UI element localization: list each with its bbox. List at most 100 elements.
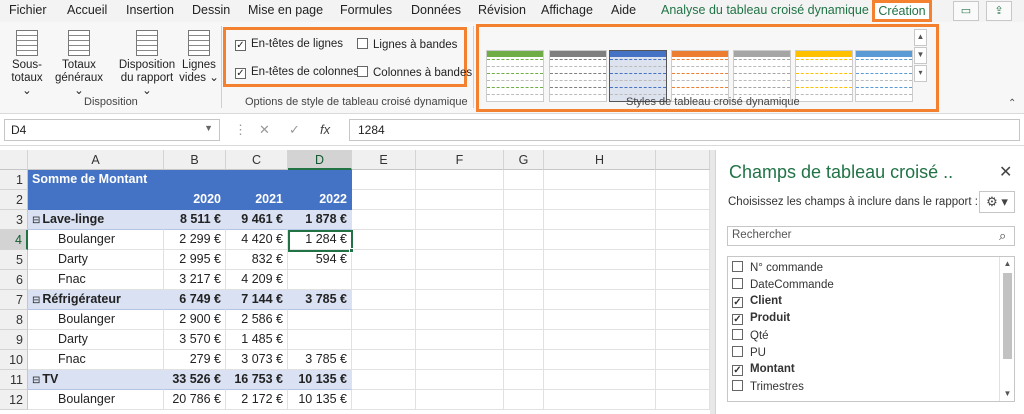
cell-i12[interactable] — [656, 390, 710, 410]
cell-f12[interactable] — [416, 390, 504, 410]
cell-c2[interactable]: 2021 — [226, 190, 288, 210]
comments-icon[interactable]: ▭ — [953, 1, 979, 21]
cell-f6[interactable] — [416, 270, 504, 290]
gallery-more-icon[interactable]: ▾ — [914, 65, 927, 82]
field-item[interactable]: ✓ Montant — [732, 363, 795, 376]
col-header-b[interactable]: B — [164, 150, 226, 170]
cell-a3[interactable]: ⊟ Lave-linge — [28, 210, 164, 230]
cell-h9[interactable] — [544, 330, 656, 350]
row-header[interactable]: 10 — [0, 350, 28, 370]
cell-c7[interactable]: 7 144 € — [226, 290, 288, 310]
tab-dessin[interactable]: Dessin — [192, 3, 230, 17]
cell-b8[interactable]: 2 900 € — [164, 310, 226, 330]
cell-g9[interactable] — [504, 330, 544, 350]
pivot-style-thumbnail[interactable] — [855, 50, 913, 102]
pivot-style-thumbnail[interactable] — [486, 50, 544, 102]
scroll-thumb[interactable] — [1003, 273, 1012, 359]
cell-d3[interactable]: 1 878 € — [288, 210, 352, 230]
tab-mise-en-page[interactable]: Mise en page — [248, 3, 323, 17]
checkbox-empty-icon[interactable] — [732, 380, 743, 391]
field-list-scrollbar[interactable]: ▲ ▼ — [999, 257, 1014, 401]
cell-g8[interactable] — [504, 310, 544, 330]
cell-d10[interactable]: 3 785 € — [288, 350, 352, 370]
cell-g11[interactable] — [504, 370, 544, 390]
row-header[interactable]: 12 — [0, 390, 28, 410]
row-header[interactable]: 11 — [0, 370, 28, 390]
collapse-icon[interactable]: ⊟ — [32, 215, 40, 226]
cell-f9[interactable] — [416, 330, 504, 350]
cell-f4[interactable] — [416, 230, 504, 250]
cell-i4[interactable] — [656, 230, 710, 250]
cell-d5[interactable]: 594 € — [288, 250, 352, 270]
cancel-icon[interactable]: ✕ — [259, 122, 270, 138]
cell-d2[interactable]: 2022 — [288, 190, 352, 210]
cell-e2[interactable] — [352, 190, 416, 210]
cell-h2[interactable] — [544, 190, 656, 210]
cell-i1[interactable] — [656, 170, 710, 190]
chevron-down-icon[interactable]: ▼ — [204, 123, 213, 133]
cell-f11[interactable] — [416, 370, 504, 390]
cell-a7[interactable]: ⊟ Réfrigérateur — [28, 290, 164, 310]
cell-g2[interactable] — [504, 190, 544, 210]
cell-i6[interactable] — [656, 270, 710, 290]
cell-d1[interactable] — [288, 170, 352, 190]
col-header-c[interactable]: C — [226, 150, 288, 170]
cell-h12[interactable] — [544, 390, 656, 410]
pivot-style-thumbnail[interactable] — [733, 50, 791, 102]
cell-d11[interactable]: 10 135 € — [288, 370, 352, 390]
cell-a1[interactable]: Somme de Montant — [28, 170, 164, 190]
cell-i5[interactable] — [656, 250, 710, 270]
cell-h7[interactable] — [544, 290, 656, 310]
tab-formules[interactable]: Formules — [340, 3, 392, 17]
field-item[interactable]: ✓ Produit — [732, 312, 790, 325]
cell-b9[interactable]: 3 570 € — [164, 330, 226, 350]
cell-i2[interactable] — [656, 190, 710, 210]
cell-e5[interactable] — [352, 250, 416, 270]
cell-d12[interactable]: 10 135 € — [288, 390, 352, 410]
cell-d8[interactable] — [288, 310, 352, 330]
col-header-e[interactable]: E — [352, 150, 416, 170]
share-icon[interactable]: ⇪ — [986, 1, 1012, 21]
collapse-ribbon-icon[interactable]: ⌃ — [1008, 98, 1016, 109]
row-header[interactable]: 6 — [0, 270, 28, 290]
cell-a11[interactable]: ⊟ TV — [28, 370, 164, 390]
close-icon[interactable]: ✕ — [999, 162, 1012, 182]
cell-f1[interactable] — [416, 170, 504, 190]
cell-i7[interactable] — [656, 290, 710, 310]
checkbox-empty-icon[interactable] — [732, 278, 743, 289]
tab-insertion[interactable]: Insertion — [126, 3, 174, 17]
tab-fichier[interactable]: Fichier — [9, 3, 47, 17]
cell-d6[interactable] — [288, 270, 352, 290]
cell-e3[interactable] — [352, 210, 416, 230]
col-header-a[interactable]: A — [28, 150, 164, 170]
scroll-up-icon[interactable]: ▲ — [1000, 257, 1014, 271]
cell-h4[interactable] — [544, 230, 656, 250]
formula-input[interactable]: 1284 — [349, 119, 1020, 141]
gallery-down-icon[interactable]: ▼ — [914, 47, 927, 64]
cell-e9[interactable] — [352, 330, 416, 350]
tab-revision[interactable]: Révision — [478, 3, 526, 17]
cell-c11[interactable]: 16 753 € — [226, 370, 288, 390]
cell-a6[interactable]: Fnac — [28, 270, 164, 290]
fill-handle[interactable] — [349, 248, 354, 253]
enter-icon[interactable]: ✓ — [289, 122, 300, 138]
cell-c10[interactable]: 3 073 € — [226, 350, 288, 370]
search-input[interactable]: Rechercher — [727, 226, 1015, 246]
cell-h1[interactable] — [544, 170, 656, 190]
col-header-g[interactable]: G — [504, 150, 544, 170]
cell-b6[interactable]: 3 217 € — [164, 270, 226, 290]
field-item[interactable]: Trimestres — [732, 380, 804, 393]
cell-i10[interactable] — [656, 350, 710, 370]
pivot-style-thumbnail[interactable] — [609, 50, 667, 102]
cell-f3[interactable] — [416, 210, 504, 230]
row-header[interactable]: 5 — [0, 250, 28, 270]
tab-creation[interactable]: Création — [872, 0, 932, 22]
collapse-icon[interactable]: ⊟ — [32, 375, 40, 386]
cell-g4[interactable] — [504, 230, 544, 250]
cell-h10[interactable] — [544, 350, 656, 370]
checkbox-checked-icon[interactable]: ✓ — [732, 297, 743, 308]
checkbox-empty-icon[interactable] — [732, 346, 743, 357]
field-item[interactable]: ✓ Client — [732, 295, 782, 308]
disposition-rapport-button[interactable]: Disposition du rapport ⌄ — [115, 30, 179, 98]
cell-a8[interactable]: Boulanger — [28, 310, 164, 330]
